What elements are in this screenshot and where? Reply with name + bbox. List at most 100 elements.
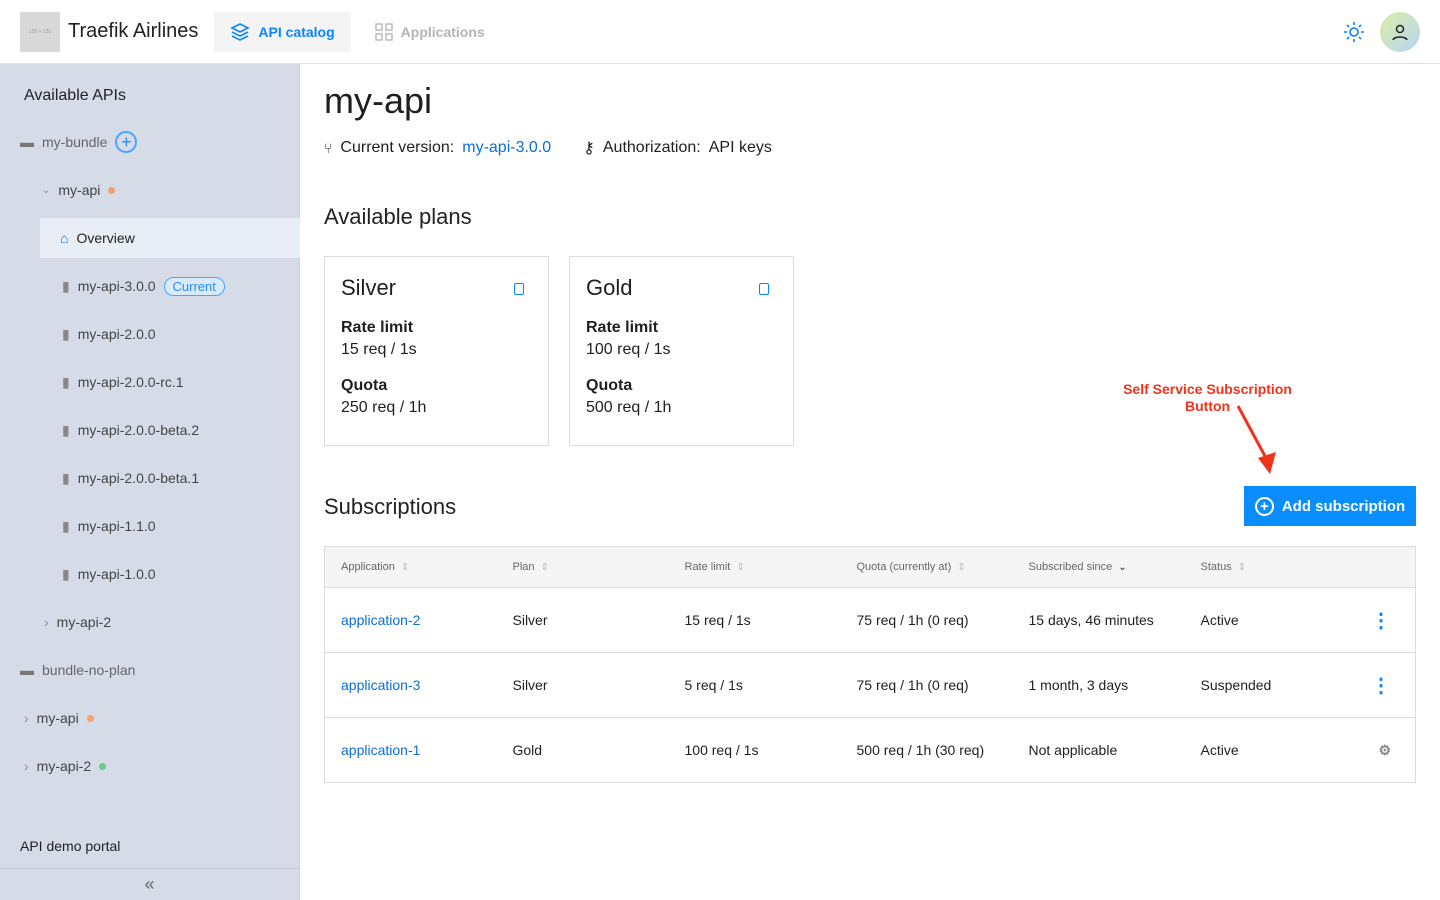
sidebar-bundle-my-bundle[interactable]: ▬my-bundle+ bbox=[20, 122, 137, 162]
status-dot bbox=[99, 763, 106, 770]
sidebar-version[interactable]: ▮ my-api-3.0.0 Current bbox=[62, 266, 225, 306]
user-settings-icon[interactable]: ⚙ bbox=[1355, 718, 1416, 783]
item-label: my-api-2.0.0-beta.1 bbox=[78, 470, 199, 486]
status-dot bbox=[87, 715, 94, 722]
item-label: my-api-3.0.0 bbox=[78, 278, 156, 294]
file-icon: ▮ bbox=[62, 278, 70, 295]
table-cell: Suspended bbox=[1185, 653, 1356, 718]
subscriptions-table: Application⇕ Plan⇕ Rate limit⇕ Quota (cu… bbox=[324, 546, 1416, 783]
sidebar-version[interactable]: ▮my-api-1.0.0 bbox=[62, 554, 156, 594]
file-icon: ▮ bbox=[62, 326, 70, 343]
sort-icon: ⇕ bbox=[401, 562, 409, 573]
theme-toggle-sun-icon[interactable] bbox=[1343, 21, 1365, 43]
portal-name: API demo portal bbox=[20, 838, 120, 854]
item-label: my-api-2.0.0-rc.1 bbox=[78, 374, 184, 390]
item-label: my-api-1.1.0 bbox=[78, 518, 156, 534]
column-header[interactable]: Status⇕ bbox=[1185, 547, 1356, 588]
auth-value: API keys bbox=[709, 139, 772, 157]
current-version-link[interactable]: my-api-3.0.0 bbox=[462, 139, 551, 157]
sidebar-api-my-api-2[interactable]: ›my-api-2 bbox=[44, 602, 111, 642]
column-header[interactable]: Application⇕ bbox=[325, 547, 497, 588]
quota-label: Quota bbox=[341, 377, 532, 395]
table-cell: 75 req / 1h (0 req) bbox=[841, 588, 1013, 653]
book-icon[interactable] bbox=[759, 283, 769, 295]
sidebar-api-my-api[interactable]: ⌄my-api bbox=[42, 170, 115, 210]
file-icon: ▮ bbox=[62, 422, 70, 439]
nav-api-catalog[interactable]: API catalog bbox=[214, 12, 350, 52]
sidebar-overview[interactable]: ⌂Overview bbox=[40, 218, 300, 258]
item-label: my-api bbox=[37, 710, 79, 726]
sort-icon: ⇕ bbox=[1238, 562, 1246, 573]
sidebar-api-my-api-2[interactable]: › my-api-2 bbox=[24, 746, 106, 786]
chevron-right-icon: › bbox=[24, 758, 29, 774]
column-header[interactable]: Subscribed since⌄ bbox=[1013, 547, 1185, 588]
table-cell: application-2 bbox=[325, 588, 497, 653]
current-badge: Current bbox=[164, 277, 225, 296]
plans-heading: Available plans bbox=[324, 204, 472, 230]
table-row: application-3 Silver5 req / 1s75 req / 1h… bbox=[325, 653, 1416, 718]
table-cell: 75 req / 1h (0 req) bbox=[841, 653, 1013, 718]
table-cell: 15 days, 46 minutes bbox=[1013, 588, 1185, 653]
table-cell: 500 req / 1h (30 req) bbox=[841, 718, 1013, 783]
brand-name: Traefik Airlines bbox=[68, 20, 198, 43]
table-cell: Active bbox=[1185, 588, 1356, 653]
table-cell: 100 req / 1s bbox=[669, 718, 841, 783]
table-cell: application-1 bbox=[325, 718, 497, 783]
add-subscription-button[interactable]: +Add subscription bbox=[1244, 486, 1416, 526]
sidebar-version[interactable]: ▮ my-api-2.0.0 bbox=[62, 314, 156, 354]
nav-applications[interactable]: Applications bbox=[359, 12, 501, 52]
grid-icon bbox=[375, 23, 393, 41]
column-header[interactable]: Plan⇕ bbox=[497, 547, 669, 588]
plan-name: Gold bbox=[586, 275, 777, 301]
sidebar-version[interactable]: ▮ my-api-2.0.0-beta.1 bbox=[62, 458, 199, 498]
application-link[interactable]: application-2 bbox=[341, 612, 420, 628]
rate-label: Rate limit bbox=[341, 319, 532, 337]
user-avatar[interactable] bbox=[1380, 12, 1420, 52]
item-label: my-api-2.0.0 bbox=[78, 326, 156, 342]
subscriptions-heading: Subscriptions bbox=[324, 494, 456, 520]
column-header[interactable]: Rate limit⇕ bbox=[669, 547, 841, 588]
layers-icon bbox=[230, 22, 250, 42]
table-cell: Active bbox=[1185, 718, 1356, 783]
sidebar-version[interactable]: ▮ my-api-2.0.0-rc.1 bbox=[62, 362, 184, 402]
more-actions-icon[interactable]: ⋮ bbox=[1355, 653, 1416, 718]
table-cell: Not applicable bbox=[1013, 718, 1185, 783]
table-cell: 15 req / 1s bbox=[669, 588, 841, 653]
application-link[interactable]: application-3 bbox=[341, 677, 420, 693]
collapse-sidebar-button[interactable]: « bbox=[0, 868, 299, 900]
item-label: my-api-2 bbox=[37, 758, 91, 774]
key-icon: ⚷ bbox=[583, 138, 595, 158]
sidebar-api-my-api[interactable]: ›my-api bbox=[24, 698, 94, 738]
api-meta: ⑂ Current version: my-api-3.0.0 ⚷ Author… bbox=[324, 138, 772, 158]
rate-label: Rate limit bbox=[586, 319, 777, 337]
add-circle-icon[interactable]: + bbox=[115, 131, 137, 153]
book-icon[interactable] bbox=[514, 283, 524, 295]
item-label: my-bundle bbox=[42, 134, 107, 150]
rate-value: 15 req / 1s bbox=[341, 341, 532, 359]
sidebar-version[interactable]: ▮my-api-2.0.0-beta.2 bbox=[62, 410, 199, 450]
file-icon: ▮ bbox=[62, 374, 70, 391]
sort-icon: ⇕ bbox=[957, 562, 965, 573]
table-cell: 1 month, 3 days bbox=[1013, 653, 1185, 718]
sidebar-version[interactable]: ▮ my-api-1.1.0 bbox=[62, 506, 156, 546]
item-label: bundle-no-plan bbox=[42, 662, 135, 678]
table-cell: Silver bbox=[497, 588, 669, 653]
home-icon: ⌂ bbox=[60, 230, 68, 246]
rate-value: 100 req / 1s bbox=[586, 341, 777, 359]
file-icon: ▮ bbox=[62, 518, 70, 535]
table-cell: 5 req / 1s bbox=[669, 653, 841, 718]
sidebar-title: Available APIs bbox=[24, 87, 126, 105]
nav-label: API catalog bbox=[258, 24, 334, 40]
sidebar-bundle-no-plan[interactable]: ▬bundle-no-plan bbox=[20, 650, 135, 690]
column-header[interactable]: Quota (currently at)⇕ bbox=[841, 547, 1013, 588]
table-cell: application-3 bbox=[325, 653, 497, 718]
plan-card-silver: Silver Rate limit 15 req / 1s Quota 250 … bbox=[324, 256, 549, 446]
actions-header bbox=[1355, 547, 1416, 588]
application-link[interactable]: application-1 bbox=[341, 742, 420, 758]
quota-label: Quota bbox=[586, 377, 777, 395]
more-actions-icon[interactable]: ⋮ bbox=[1355, 588, 1416, 653]
plus-circle-icon: + bbox=[1255, 497, 1274, 516]
table-cell: Silver bbox=[497, 653, 669, 718]
table-cell: Gold bbox=[497, 718, 669, 783]
file-icon: ▮ bbox=[62, 470, 70, 487]
